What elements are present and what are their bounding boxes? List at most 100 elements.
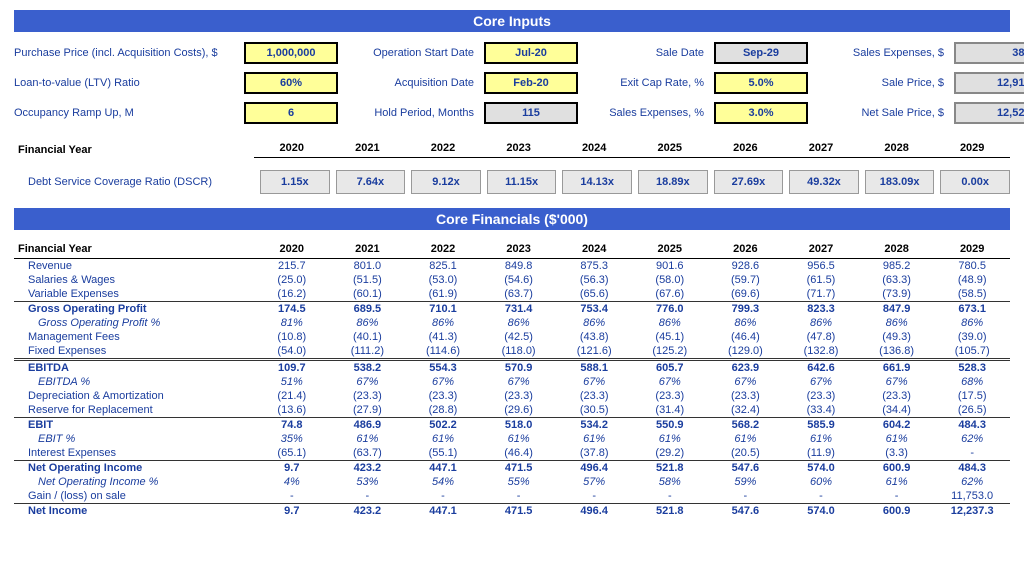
fin-cell: 642.6	[783, 358, 859, 375]
fin-row-label: Fixed Expenses	[14, 344, 254, 358]
input-exit-cap[interactable]: 5.0%	[714, 72, 808, 94]
fin-cell: 62%	[934, 475, 1010, 489]
fin-cell: 502.2	[405, 417, 481, 432]
fy-year: 2024	[556, 142, 632, 158]
fin-cell: (13.6)	[254, 403, 330, 417]
fin-row-label: Gain / (loss) on sale	[14, 489, 254, 503]
fin-cell: 67%	[632, 375, 708, 389]
input-sale-date[interactable]: Sep-29	[714, 42, 808, 64]
fin-cell: (61.5)	[783, 273, 859, 287]
input-op-start[interactable]: Jul-20	[484, 42, 578, 64]
fin-cell: 689.5	[330, 301, 406, 316]
fin-cell: (61.9)	[405, 287, 481, 301]
fin-cell: -	[556, 489, 632, 503]
fin-cell: 11,753.0	[934, 489, 1010, 503]
fin-cell: 753.4	[556, 301, 632, 316]
fin-cell: 55%	[481, 475, 557, 489]
dscr-cell: 1.15x	[260, 170, 330, 194]
fy-year: 2028	[859, 142, 935, 158]
label-purchase-price: Purchase Price (incl. Acquisition Costs)…	[14, 47, 244, 59]
input-hold[interactable]: 115	[484, 102, 578, 124]
fin-cell: -	[481, 489, 557, 503]
fin-cell: (54.0)	[254, 344, 330, 358]
fin-row-label: Salaries & Wages	[14, 273, 254, 287]
fin-cell: 59%	[708, 475, 784, 489]
fin-header-year: 2020	[254, 240, 330, 259]
fin-cell: (114.6)	[405, 344, 481, 358]
fin-cell: 58%	[632, 475, 708, 489]
dscr-cell: 18.89x	[638, 170, 708, 194]
fin-cell: 86%	[632, 316, 708, 330]
input-acq-date[interactable]: Feb-20	[484, 72, 578, 94]
fin-cell: 215.7	[254, 259, 330, 273]
fin-cell: (40.1)	[330, 330, 406, 344]
fin-cell: 547.6	[708, 503, 784, 518]
fin-cell: 9.7	[254, 460, 330, 475]
fin-cell: (3.3)	[859, 446, 935, 460]
fin-cell: (59.7)	[708, 273, 784, 287]
fin-cell: (11.9)	[783, 446, 859, 460]
fin-cell: 67%	[405, 375, 481, 389]
fin-cell: 9.7	[254, 503, 330, 518]
fin-cell: 486.9	[330, 417, 406, 432]
fin-cell: (23.3)	[632, 389, 708, 403]
fin-cell: (10.8)	[254, 330, 330, 344]
fin-cell: 86%	[330, 316, 406, 330]
fin-cell: (23.3)	[556, 389, 632, 403]
fin-cell: 849.8	[481, 259, 557, 273]
fin-cell: 528.3	[934, 358, 1010, 375]
fin-cell: (37.8)	[556, 446, 632, 460]
fin-cell: -	[708, 489, 784, 503]
fy-year: 2021	[330, 142, 406, 158]
fin-cell: (65.6)	[556, 287, 632, 301]
fin-cell: 825.1	[405, 259, 481, 273]
fin-cell: 534.2	[556, 417, 632, 432]
fin-cell: 86%	[481, 316, 557, 330]
fin-cell: (129.0)	[708, 344, 784, 358]
fin-cell: (71.7)	[783, 287, 859, 301]
fin-cell: 74.8	[254, 417, 330, 432]
fin-cell: (34.4)	[859, 403, 935, 417]
fin-cell: -	[934, 446, 1010, 460]
fin-cell: (42.5)	[481, 330, 557, 344]
fin-cell: (30.5)	[556, 403, 632, 417]
label-exit-cap: Exit Cap Rate, %	[574, 77, 714, 89]
fin-cell: 67%	[708, 375, 784, 389]
fin-cell: 554.3	[405, 358, 481, 375]
fin-cell: 61%	[632, 432, 708, 446]
input-sales-exp-pct[interactable]: 3.0%	[714, 102, 808, 124]
label-occupancy: Occupancy Ramp Up, M	[14, 107, 244, 119]
fin-row-label: EBIT %	[14, 432, 254, 446]
fin-cell: (23.3)	[330, 389, 406, 403]
fin-cell: 547.6	[708, 460, 784, 475]
fin-cell: 623.9	[708, 358, 784, 375]
fin-cell: 54%	[405, 475, 481, 489]
label-sales-exp-pct: Sales Expenses, %	[574, 107, 714, 119]
fin-cell: (63.3)	[859, 273, 935, 287]
fin-row-label: Depreciation & Amortization	[14, 389, 254, 403]
fin-cell: 799.3	[708, 301, 784, 316]
fin-cell: (56.3)	[556, 273, 632, 287]
fin-cell: (73.9)	[859, 287, 935, 301]
label-ltv: Loan-to-value (LTV) Ratio	[14, 77, 244, 89]
label-acq-date: Acquisition Date	[354, 77, 484, 89]
fin-cell: 570.9	[481, 358, 557, 375]
input-occupancy[interactable]: 6	[244, 102, 338, 124]
fin-cell: (27.9)	[330, 403, 406, 417]
fin-cell: 174.5	[254, 301, 330, 316]
input-ltv[interactable]: 60%	[244, 72, 338, 94]
fin-cell: (48.9)	[934, 273, 1010, 287]
fin-cell: 985.2	[859, 259, 935, 273]
fin-cell: (45.1)	[632, 330, 708, 344]
fin-cell: (16.2)	[254, 287, 330, 301]
input-purchase-price[interactable]: 1,000,000	[244, 42, 338, 64]
fy-year: 2027	[783, 142, 859, 158]
fin-row-label: Variable Expenses	[14, 287, 254, 301]
dscr-label: Debt Service Coverage Ratio (DSCR)	[14, 176, 254, 188]
fin-cell: (46.4)	[708, 330, 784, 344]
fin-cell: (23.3)	[405, 389, 481, 403]
fin-cell: 956.5	[783, 259, 859, 273]
fin-cell: (23.3)	[783, 389, 859, 403]
fin-cell: (132.8)	[783, 344, 859, 358]
fin-cell: 423.2	[330, 460, 406, 475]
